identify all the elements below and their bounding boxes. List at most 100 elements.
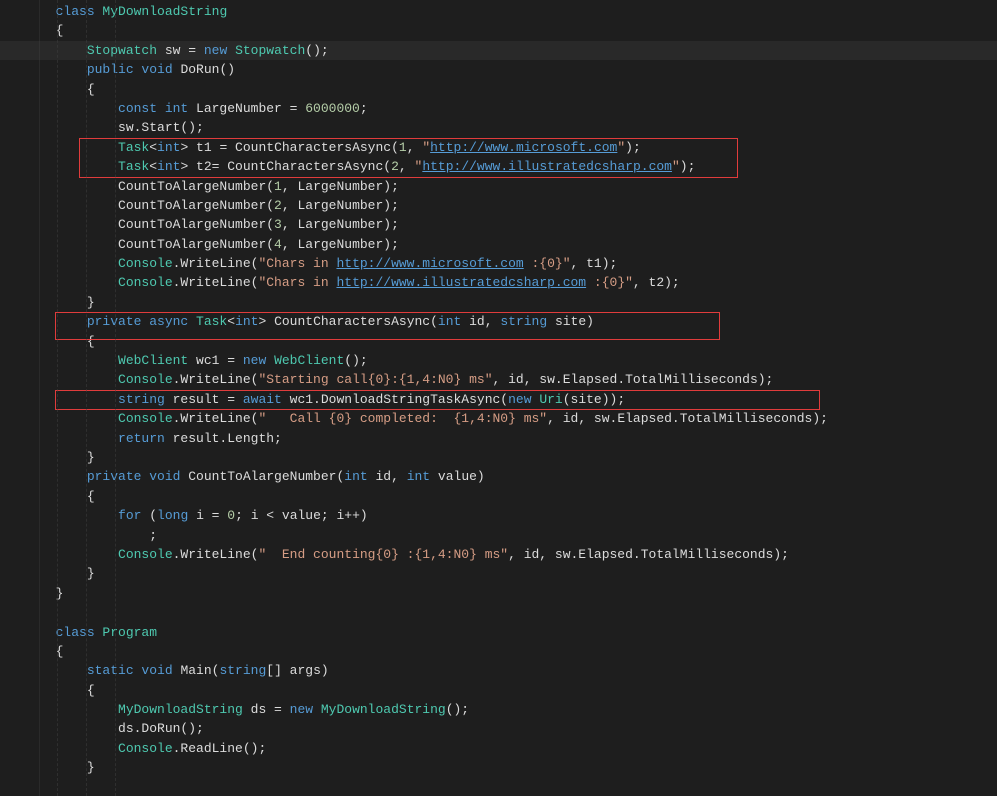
code-line[interactable]: class Program: [40, 623, 828, 642]
code-token: ": [672, 159, 680, 174]
code-line[interactable]: Stopwatch sw = new Stopwatch();: [40, 41, 828, 60]
code-token: ds.DoRun();: [118, 721, 204, 736]
code-line[interactable]: }: [40, 564, 828, 583]
code-token: new: [290, 702, 321, 717]
code-token: ();: [305, 43, 328, 58]
code-line[interactable]: {: [40, 642, 828, 661]
code-line[interactable]: const int LargeNumber = 6000000;: [40, 99, 828, 118]
code-token: Stopwatch: [87, 43, 165, 58]
code-token: DoRun(): [180, 62, 235, 77]
code-token: , id, sw.Elapsed.TotalMilliseconds);: [547, 411, 828, 426]
code-token: <: [227, 314, 235, 329]
code-line[interactable]: for (long i = 0; i < value; i++): [40, 506, 828, 525]
code-token: {: [87, 683, 95, 698]
code-line[interactable]: CountToAlargeNumber(4, LargeNumber);: [40, 235, 828, 254]
code-line[interactable]: Console.WriteLine(" Call {0} completed: …: [40, 409, 828, 428]
code-token: Console: [118, 741, 173, 756]
code-line[interactable]: class MyDownloadString: [40, 2, 828, 21]
code-line[interactable]: {: [40, 487, 828, 506]
code-line[interactable]: }: [40, 448, 828, 467]
code-token: http://www.illustratedcsharp.com: [336, 275, 586, 290]
code-token: .WriteLine(: [173, 275, 259, 290]
code-line[interactable]: MyDownloadString ds = new MyDownloadStri…: [40, 700, 828, 719]
code-token: new: [508, 392, 539, 407]
code-line[interactable]: {: [40, 332, 828, 351]
code-line[interactable]: public void DoRun(): [40, 60, 828, 79]
code-token: int: [157, 140, 180, 155]
code-token: http://www.microsoft.com: [336, 256, 523, 271]
code-line[interactable]: Console.ReadLine();: [40, 739, 828, 758]
code-token: CountToAlargeNumber(: [118, 179, 274, 194]
code-token: string: [219, 663, 266, 678]
code-token: wc1.DownloadStringTaskAsync(: [290, 392, 508, 407]
code-token: CountToAlargeNumber(: [188, 469, 344, 484]
code-token: > t1 = CountCharactersAsync(: [180, 140, 398, 155]
code-line[interactable]: return result.Length;: [40, 429, 828, 448]
code-line[interactable]: }: [40, 584, 828, 603]
code-line[interactable]: CountToAlargeNumber(1, LargeNumber);: [40, 177, 828, 196]
code-editor[interactable]: class MyDownloadString { Stopwatch sw = …: [40, 0, 828, 778]
code-token: "Starting call{0}:{1,4:N0} ms": [258, 372, 492, 387]
code-token: string: [500, 314, 555, 329]
code-token: MyDownloadString: [102, 4, 227, 19]
code-line[interactable]: }: [40, 758, 828, 777]
code-token: result =: [173, 392, 243, 407]
code-line[interactable]: private async Task<int> CountCharactersA…: [40, 312, 828, 331]
code-line[interactable]: Console.WriteLine("Chars in http://www.m…: [40, 254, 828, 273]
code-token: 1: [274, 179, 282, 194]
code-line[interactable]: CountToAlargeNumber(2, LargeNumber);: [40, 196, 828, 215]
code-token: {: [87, 489, 95, 504]
code-token: }: [87, 450, 95, 465]
code-token: int: [157, 159, 180, 174]
code-token: i =: [196, 508, 227, 523]
code-token: 0: [227, 508, 235, 523]
code-token: WebClient: [118, 353, 196, 368]
code-token: (: [149, 508, 157, 523]
code-token: ,: [407, 140, 423, 155]
code-token: }: [87, 760, 95, 775]
code-token: {: [87, 334, 95, 349]
code-line[interactable]: Console.WriteLine("Starting call{0}:{1,4…: [40, 370, 828, 389]
code-token: return: [118, 431, 173, 446]
code-line[interactable]: Console.WriteLine(" End counting{0} :{1,…: [40, 545, 828, 564]
code-line[interactable]: Console.WriteLine("Chars in http://www.i…: [40, 273, 828, 292]
code-line[interactable]: }: [40, 293, 828, 312]
code-token: .WriteLine(: [173, 256, 259, 271]
code-line[interactable]: private void CountToAlargeNumber(int id,…: [40, 467, 828, 486]
code-line[interactable]: ;: [40, 526, 828, 545]
code-line[interactable]: [40, 603, 828, 622]
code-token: , t2);: [633, 275, 680, 290]
code-token: CountToAlargeNumber(: [118, 237, 274, 252]
code-token: Task: [118, 159, 149, 174]
code-token: sw =: [165, 43, 204, 58]
code-token: http://www.microsoft.com: [430, 140, 617, 155]
code-line[interactable]: {: [40, 21, 828, 40]
code-token: , id, sw.Elapsed.TotalMilliseconds);: [493, 372, 774, 387]
code-token: ;: [360, 101, 368, 116]
code-token: await: [243, 392, 290, 407]
code-token: .WriteLine(: [173, 411, 259, 426]
code-line[interactable]: sw.Start();: [40, 118, 828, 137]
code-token: ,: [399, 159, 415, 174]
code-token: Console: [118, 256, 173, 271]
code-token: ;: [149, 528, 157, 543]
code-token: .WriteLine(: [173, 547, 259, 562]
code-line[interactable]: Task<int> t2= CountCharactersAsync(2, "h…: [40, 157, 828, 176]
code-token: for: [118, 508, 149, 523]
code-token: 2: [391, 159, 399, 174]
code-line[interactable]: WebClient wc1 = new WebClient();: [40, 351, 828, 370]
code-token: " End counting{0} :{1,4:N0} ms": [258, 547, 508, 562]
code-token: const int: [118, 101, 196, 116]
code-token: WebClient: [274, 353, 344, 368]
code-line[interactable]: {: [40, 681, 828, 700]
code-line[interactable]: static void Main(string[] args): [40, 661, 828, 680]
code-token: <: [149, 159, 157, 174]
code-token: <: [149, 140, 157, 155]
code-line[interactable]: {: [40, 80, 828, 99]
code-token: [] args): [266, 663, 328, 678]
code-token: }: [87, 566, 95, 581]
code-line[interactable]: ds.DoRun();: [40, 719, 828, 738]
code-line[interactable]: Task<int> t1 = CountCharactersAsync(1, "…: [40, 138, 828, 157]
code-line[interactable]: CountToAlargeNumber(3, LargeNumber);: [40, 215, 828, 234]
code-line[interactable]: string result = await wc1.DownloadString…: [40, 390, 828, 409]
